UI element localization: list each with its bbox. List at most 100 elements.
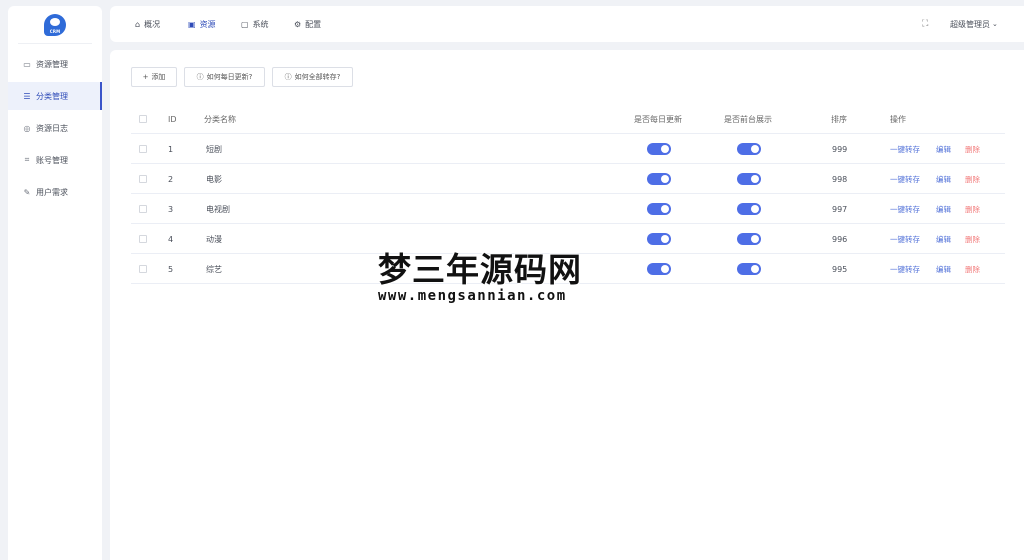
transfer-link[interactable]: 一键转存 (890, 174, 920, 185)
sidebar-item-account-management[interactable]: ⌗ 账号管理 (8, 146, 102, 174)
plus-icon: + (142, 73, 149, 81)
edit-link[interactable]: 编辑 (936, 264, 951, 275)
row-name: 电视剧 (206, 204, 230, 214)
row-select-cell (139, 164, 147, 194)
transfer-link[interactable]: 一键转存 (890, 234, 920, 245)
sidebar-item-label: 资源管理 (36, 59, 68, 69)
row-checkbox[interactable] (139, 265, 147, 273)
add-button[interactable]: + 添加 (131, 67, 177, 87)
daily-update-switch[interactable] (647, 173, 671, 185)
daily-update-switch[interactable] (647, 203, 671, 215)
pen-icon: ✎ (23, 187, 31, 197)
crm-logo[interactable]: CRM (44, 13, 66, 36)
monitor-icon: ▢ (241, 19, 249, 29)
sidebar-item-user-requests[interactable]: ✎ 用户需求 (8, 178, 102, 206)
topbar: ⌂ 概况 ▣ 资源 ▢ 系统 ⚙ 配置 ⛶ 超级管理员 ⌄ (110, 6, 1024, 42)
row-checkbox[interactable] (139, 205, 147, 213)
row-id: 3 (168, 204, 174, 214)
row-sort: 999 (832, 144, 848, 154)
edit-link[interactable]: 编辑 (936, 204, 951, 215)
daily-update-switch[interactable] (647, 263, 671, 275)
transfer-link[interactable]: 一键转存 (890, 204, 920, 215)
edit-link[interactable]: 编辑 (936, 234, 951, 245)
row-select-cell (139, 224, 147, 254)
edit-link-cell: 编辑 (936, 224, 951, 254)
row-sort: 998 (832, 174, 848, 184)
row-id: 4 (168, 234, 174, 244)
delete-link[interactable]: 删除 (965, 204, 980, 215)
frontend-show-switch[interactable] (737, 173, 761, 185)
tab-resources[interactable]: ▣ 资源 (188, 6, 216, 42)
row-checkbox[interactable] (139, 145, 147, 153)
delete-link[interactable]: 删除 (965, 264, 980, 275)
delete-link[interactable]: 删除 (965, 174, 980, 185)
daily-update-switch-cell (647, 134, 671, 164)
edit-link[interactable]: 编辑 (936, 144, 951, 155)
delete-link[interactable]: 删除 (965, 144, 980, 155)
tab-config[interactable]: ⚙ 配置 (294, 6, 321, 42)
row-select-cell (139, 134, 147, 164)
watermark: 梦三年源码网 www.mengsannian.com (378, 252, 650, 308)
daily-update-help-label: 如何每日更新? (206, 73, 253, 81)
frontend-show-switch[interactable] (737, 203, 761, 215)
tab-system[interactable]: ▢ 系统 (241, 6, 269, 42)
transfer-link[interactable]: 一键转存 (890, 144, 920, 155)
fullscreen-icon[interactable]: ⛶ (922, 19, 928, 29)
row-checkbox[interactable] (139, 235, 147, 243)
frontend-show-switch[interactable] (737, 143, 761, 155)
tab-label: 系统 (252, 19, 269, 29)
sidebar-item-category-management[interactable]: ☰ 分类管理 (8, 82, 102, 110)
frontend-show-switch-cell (737, 134, 761, 164)
delete-link-cell: 删除 (965, 134, 980, 164)
compass-icon: ◎ (23, 123, 31, 133)
table-row: 3 电视剧 997 一键转存 编辑 删除 (131, 194, 1005, 224)
daily-update-switch[interactable] (647, 143, 671, 155)
sidebar-item-label: 账号管理 (36, 155, 68, 165)
delete-link-cell: 删除 (965, 224, 980, 254)
delete-link[interactable]: 删除 (965, 234, 980, 245)
frontend-show-switch[interactable] (737, 263, 761, 275)
row-sort: 997 (832, 204, 848, 214)
row-id: 2 (168, 174, 174, 184)
row-select-cell (139, 194, 147, 224)
tab-label: 配置 (305, 19, 322, 29)
box-icon: ▣ (188, 19, 196, 29)
user-name: 超级管理员 (950, 19, 990, 29)
row-name: 动漫 (206, 234, 222, 244)
frontend-show-switch-cell (737, 164, 761, 194)
row-name: 短剧 (206, 144, 222, 154)
transfer-link-cell: 一键转存 (890, 134, 920, 164)
row-sort: 995 (832, 264, 848, 274)
sidebar-item-resource-management[interactable]: ▭ 资源管理 (8, 50, 102, 78)
sidebar-item-label: 分类管理 (36, 91, 68, 101)
edit-link-cell: 编辑 (936, 134, 951, 164)
daily-update-help-button[interactable]: ⓘ 如何每日更新? (184, 67, 265, 87)
select-all-checkbox[interactable] (139, 115, 147, 123)
transfer-all-help-label: 如何全部转存? (294, 73, 341, 81)
header-id: ID (168, 114, 177, 124)
add-button-label: 添加 (151, 73, 166, 81)
daily-update-switch-cell (647, 194, 671, 224)
logo-area: CRM (18, 6, 92, 44)
tab-overview[interactable]: ⌂ 概况 (135, 6, 160, 42)
transfer-link-cell: 一键转存 (890, 254, 920, 284)
crop-icon: ⌗ (24, 155, 30, 164)
daily-update-switch-cell (647, 164, 671, 194)
daily-update-switch-cell (647, 254, 671, 284)
frontend-show-switch-cell (737, 224, 761, 254)
row-id: 1 (168, 144, 174, 154)
sidebar-item-resource-log[interactable]: ◎ 资源日志 (8, 114, 102, 142)
transfer-link[interactable]: 一键转存 (890, 264, 920, 275)
transfer-all-help-button[interactable]: ⓘ 如何全部转存? (272, 67, 353, 87)
home-icon: ⌂ (135, 19, 141, 29)
edit-link[interactable]: 编辑 (936, 174, 951, 185)
header-daily-update: 是否每日更新 (634, 114, 682, 124)
watermark-en: www.mengsannian.com (378, 288, 567, 304)
transfer-link-cell: 一键转存 (890, 224, 920, 254)
frontend-show-switch[interactable] (737, 233, 761, 245)
chevron-down-icon: ⌄ (992, 20, 998, 28)
row-checkbox[interactable] (139, 175, 147, 183)
sidebar-item-label: 资源日志 (36, 123, 68, 133)
daily-update-switch[interactable] (647, 233, 671, 245)
user-menu[interactable]: 超级管理员 ⌄ (950, 6, 998, 42)
